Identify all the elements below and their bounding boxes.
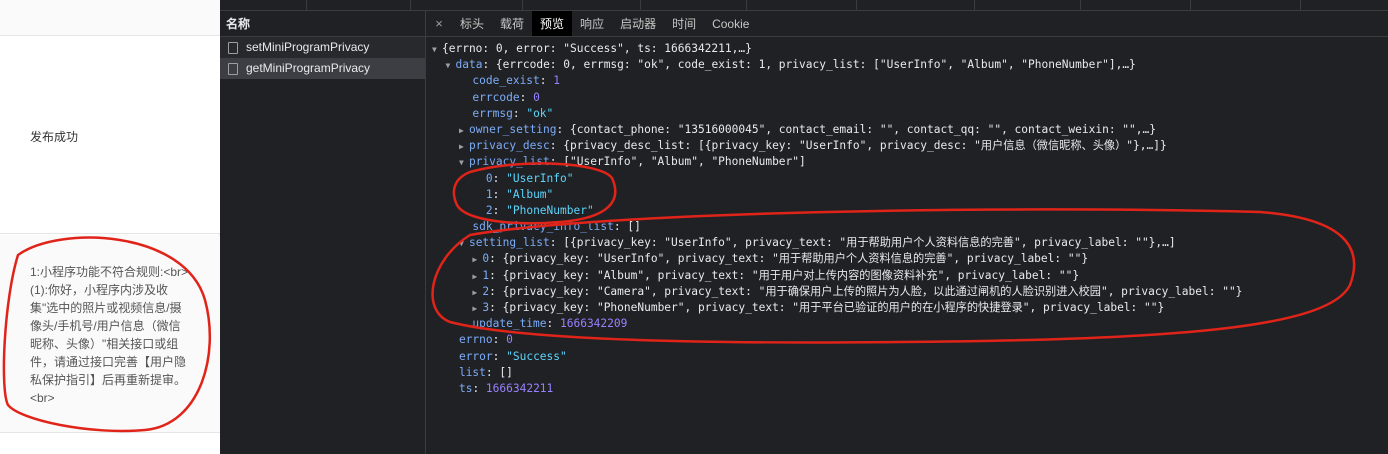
file-icon: [228, 41, 238, 54]
tree-node-setting-0[interactable]: ▶ 0: {privacy_key: "UserInfo", privacy_te…: [432, 251, 1388, 267]
expanded-arrow-icon[interactable]: ▼: [445, 58, 455, 74]
tree-leaf-privacy-1: 1: "Album": [485, 187, 554, 201]
tree-node-data[interactable]: ▼ data: {errcode: 0, errmsg: "ok", code_e…: [432, 57, 1388, 73]
tree-leaf-list: list: []: [458, 365, 513, 379]
tab-payload[interactable]: 载荷: [492, 11, 532, 36]
timeline-tick: [306, 0, 307, 10]
tree-leaf-ts: ts: 1666342211: [458, 381, 554, 395]
tree-node-owner-setting[interactable]: ▶ owner_setting: {contact_phone: "1351600…: [432, 122, 1388, 138]
reject-reason-cell: 1:小程序功能不符合规则:<br>(1):你好，小程序内涉及收集"选中的照片或视…: [0, 235, 220, 433]
collapsed-arrow-icon[interactable]: ▶: [472, 252, 482, 268]
request-list-pane: 名称 setMiniProgramPrivacy getMiniProgramP…: [220, 11, 426, 454]
timeline-tick: [1080, 0, 1081, 10]
tree-leaf-update-time: update_time: 1666342209: [472, 317, 628, 331]
collapsed-arrow-icon[interactable]: ▶: [472, 301, 482, 317]
request-row-setMiniProgramPrivacy[interactable]: setMiniProgramPrivacy: [220, 37, 425, 58]
timeline-tick: [522, 0, 523, 10]
tree-node-setting-3[interactable]: ▶ 3: {privacy_key: "PhoneNumber", privacy…: [432, 300, 1388, 316]
tab-response[interactable]: 响应: [572, 11, 612, 36]
collapsed-arrow-icon[interactable]: ▶: [472, 269, 482, 285]
request-detail-pane: × 标头 载荷 预览 响应 启动器 时间 Cookie ▼ {errno: 0, …: [426, 11, 1388, 454]
tab-cookies[interactable]: Cookie: [704, 11, 757, 36]
request-list-header[interactable]: 名称: [220, 11, 425, 37]
tree-node-privacy-desc[interactable]: ▶ privacy_desc: {privacy_desc_list: [{pri…: [432, 138, 1388, 154]
timeline-tick: [640, 0, 641, 10]
web-page-panel: 发布成功 1:小程序功能不符合规则:<br>(1):你好，小程序内涉及收集"选中…: [0, 0, 220, 454]
file-icon: [228, 62, 238, 75]
tree-node-setting-list[interactable]: ▼ setting_list: [{privacy_key: "UserInfo"…: [432, 235, 1388, 251]
tree-leaf-error: error: "Success": [458, 349, 567, 363]
request-row-getMiniProgramPrivacy[interactable]: getMiniProgramPrivacy: [220, 58, 425, 79]
timeline-tick: [974, 0, 975, 10]
expanded-arrow-icon[interactable]: ▼: [459, 236, 469, 252]
tree-leaf-sdk-privacy-info-list: sdk_privacy_info_list: []: [472, 220, 641, 234]
tree-leaf-errcode: errcode: 0: [472, 90, 540, 104]
publish-status-text: 发布成功: [30, 130, 79, 144]
tree-leaf-privacy-2: 2: "PhoneNumber": [485, 203, 594, 217]
reject-reason-text: 1:小程序功能不符合规则:<br>(1):你好，小程序内涉及收集"选中的照片或视…: [30, 265, 189, 405]
tree-leaf-errmsg: errmsg: "ok": [472, 106, 554, 120]
detail-tab-bar: × 标头 载荷 预览 响应 启动器 时间 Cookie: [426, 11, 1388, 37]
collapsed-arrow-icon[interactable]: ▶: [472, 285, 482, 301]
timeline-tick: [1190, 0, 1191, 10]
expanded-arrow-icon[interactable]: ▼: [459, 155, 469, 171]
status-cell: 发布成功: [0, 36, 220, 234]
tab-headers[interactable]: 标头: [452, 11, 492, 36]
tree-leaf-errno: errno: 0: [458, 333, 513, 347]
table-header-strip: [0, 0, 220, 36]
tab-preview[interactable]: 预览: [532, 11, 573, 36]
devtools-timeline-strip: [220, 0, 1388, 11]
tree-leaf-code-exist: code_exist: 1: [472, 74, 561, 88]
timeline-tick: [746, 0, 747, 10]
timeline-tick: [410, 0, 411, 10]
table-bottom: [0, 433, 220, 454]
timeline-tick: [856, 0, 857, 10]
tree-node-setting-1[interactable]: ▶ 1: {privacy_key: "Album", privacy_text:…: [432, 268, 1388, 284]
timeline-tick: [1300, 0, 1301, 10]
json-preview-tree: ▼ {errno: 0, error: "Success", ts: 166634…: [426, 37, 1388, 397]
tree-root[interactable]: ▼ {errno: 0, error: "Success", ts: 166634…: [432, 41, 1388, 57]
tab-timing[interactable]: 时间: [664, 11, 704, 36]
tree-leaf-privacy-0: 0: "UserInfo": [485, 171, 574, 185]
close-icon[interactable]: ×: [426, 11, 452, 36]
request-name: setMiniProgramPrivacy: [246, 40, 370, 54]
tree-node-setting-2[interactable]: ▶ 2: {privacy_key: "Camera", privacy_text…: [432, 284, 1388, 300]
tree-node-privacy-list[interactable]: ▼ privacy_list: ["UserInfo", "Album", "Ph…: [432, 154, 1388, 170]
collapsed-arrow-icon[interactable]: ▶: [459, 123, 469, 139]
collapsed-arrow-icon[interactable]: ▶: [459, 139, 469, 155]
request-name: getMiniProgramPrivacy: [246, 61, 371, 75]
expanded-arrow-icon[interactable]: ▼: [432, 42, 442, 58]
tab-initiator[interactable]: 启动器: [612, 11, 664, 36]
